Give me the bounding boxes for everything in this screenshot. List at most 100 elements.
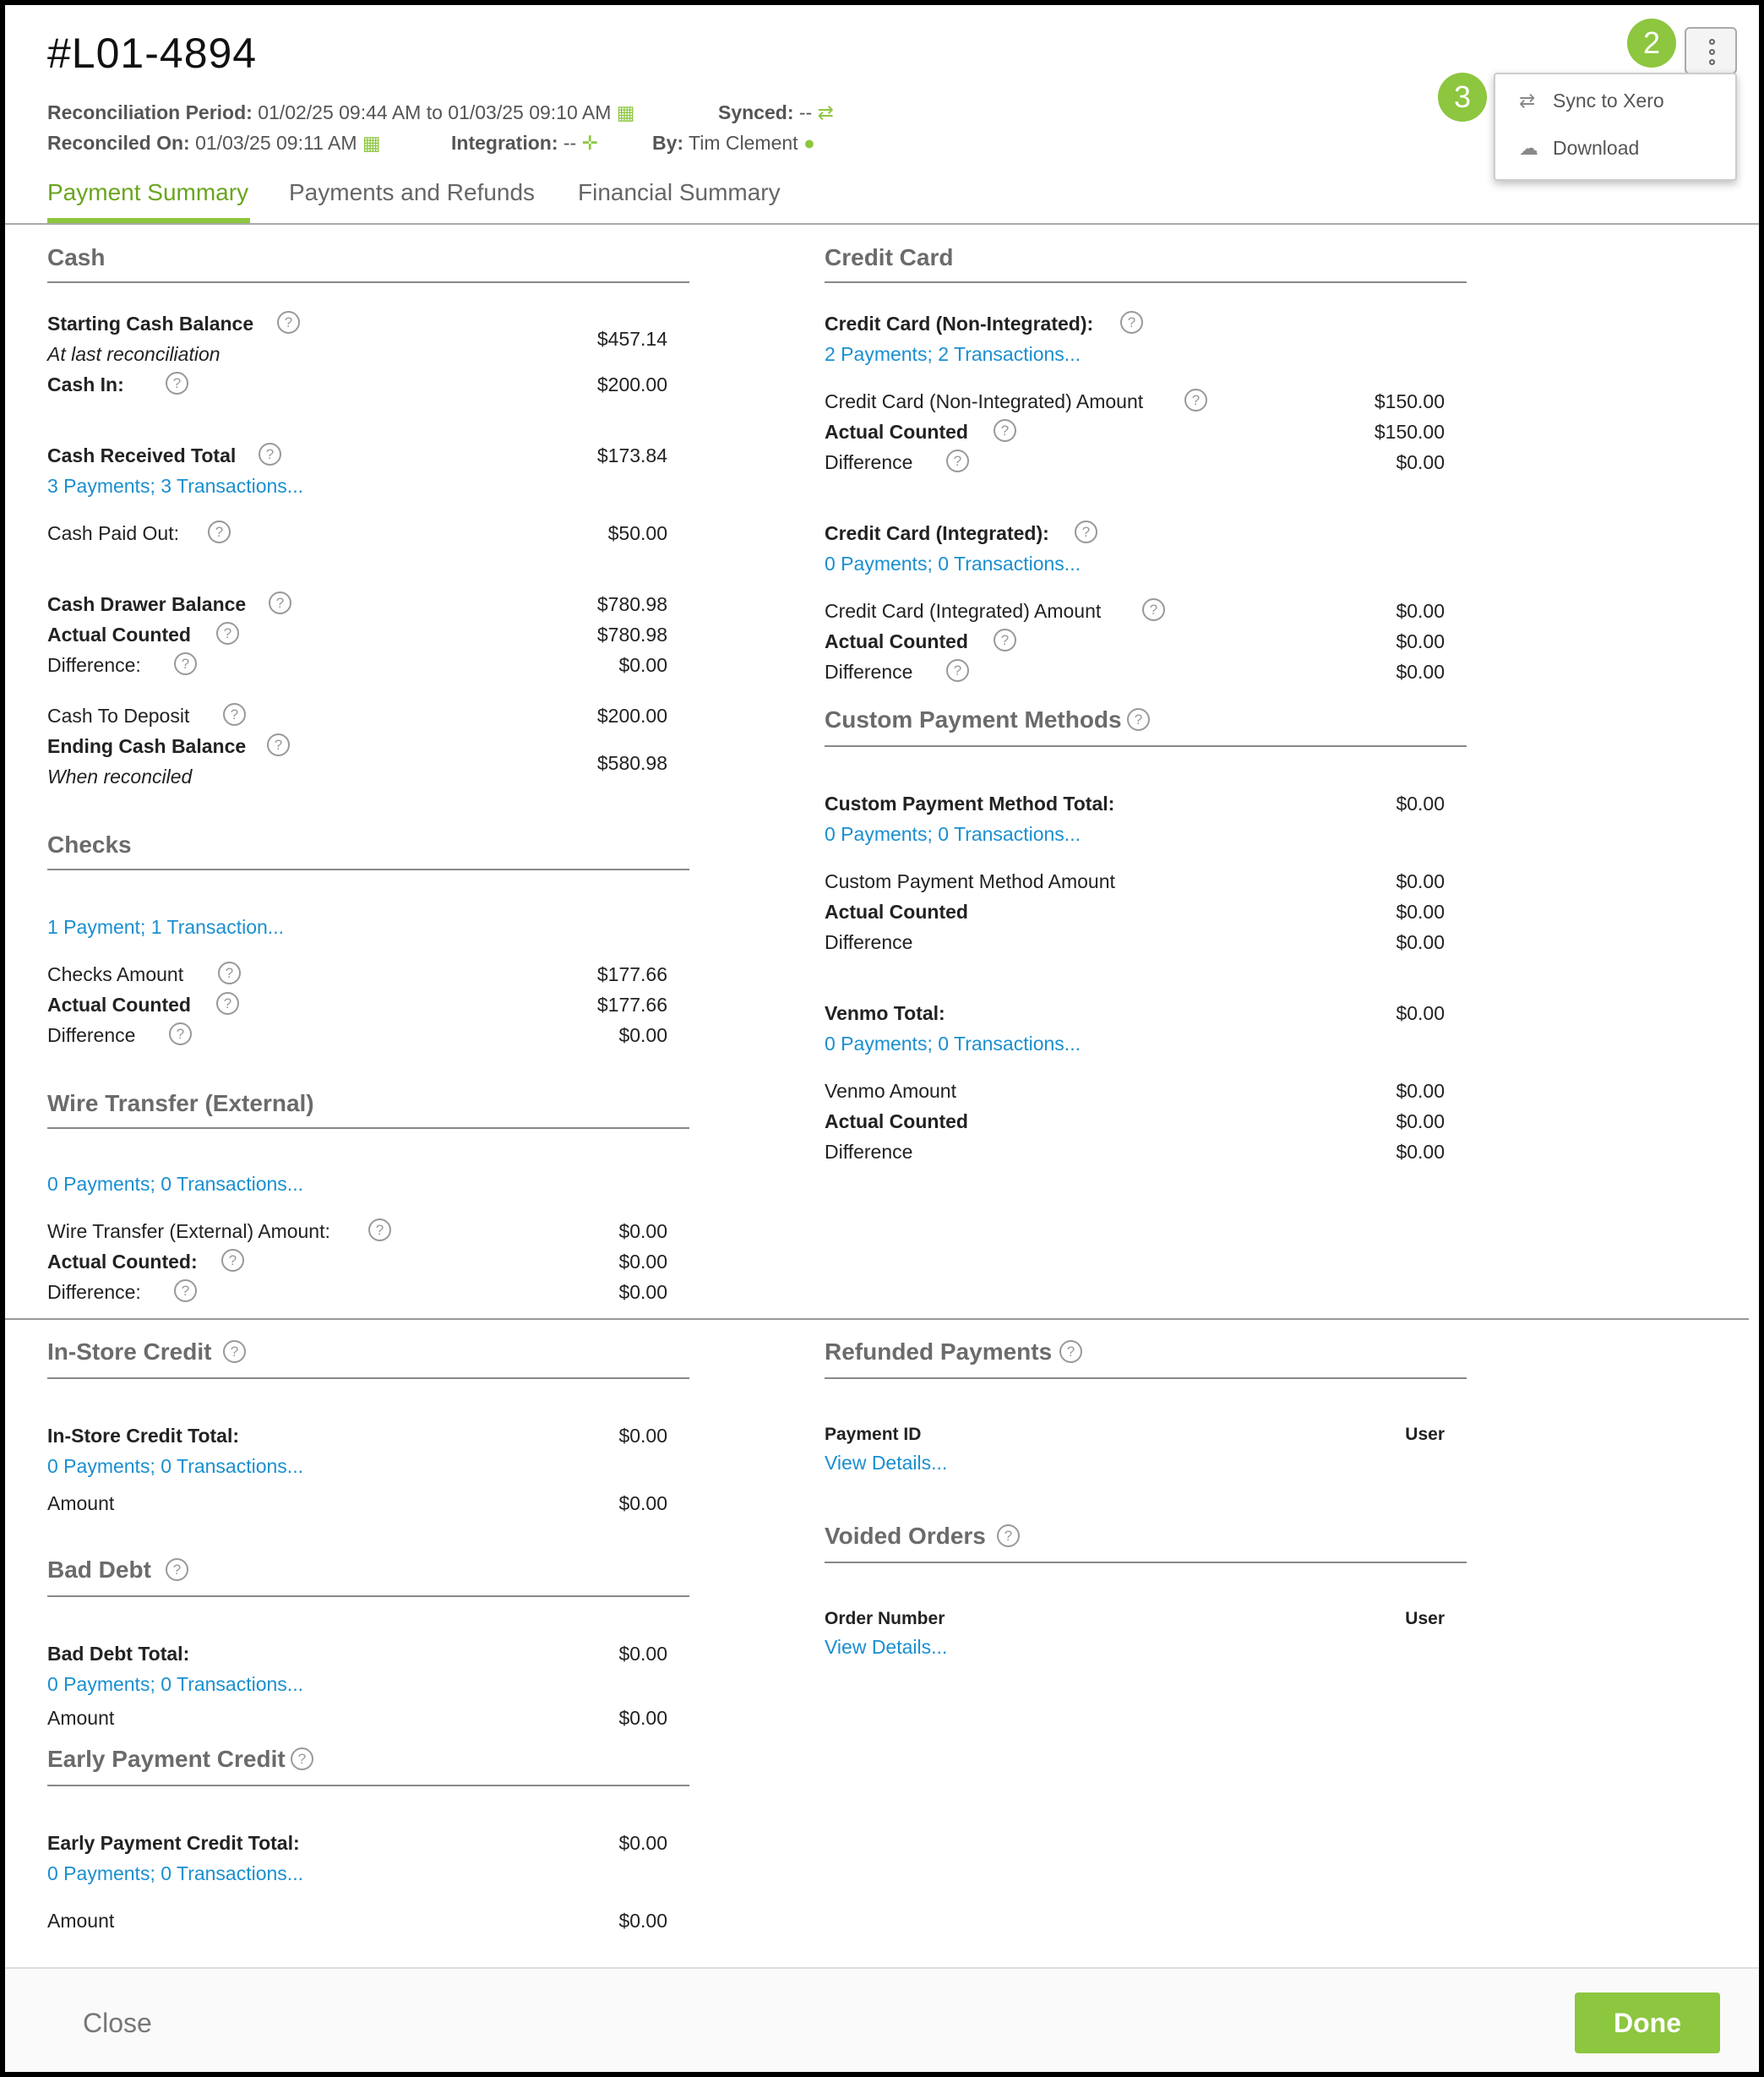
help-icon[interactable]: ? bbox=[174, 652, 197, 675]
in-store-credit-transactions-link[interactable]: 0 Payments; 0 Transactions... bbox=[47, 1455, 303, 1478]
custom-transactions-link[interactable]: 0 Payments; 0 Transactions... bbox=[825, 823, 1081, 846]
step-badge-2: 2 bbox=[1627, 19, 1676, 68]
help-icon[interactable]: ? bbox=[216, 622, 239, 645]
section-divider bbox=[47, 1127, 689, 1129]
section-divider bbox=[825, 281, 1467, 283]
cc-integrated-label: Credit Card (Integrated): bbox=[825, 522, 1049, 544]
calendar-icon: ▦ bbox=[616, 101, 635, 123]
dialog-footer bbox=[5, 1967, 1759, 2072]
close-button[interactable]: Close bbox=[83, 2008, 152, 2039]
ending-cash-balance-label: Ending Cash Balance bbox=[47, 735, 247, 757]
help-icon[interactable]: ? bbox=[994, 629, 1016, 651]
bad-debt-amount-value: $0.00 bbox=[618, 1707, 667, 1729]
wire-actual-counted-value: $0.00 bbox=[618, 1251, 667, 1273]
menu-item-sync-to-xero[interactable]: ⇄ Sync to Xero bbox=[1519, 90, 1664, 112]
kebab-dot bbox=[1709, 39, 1715, 45]
help-icon[interactable]: ? bbox=[174, 1279, 197, 1302]
checks-actual-counted-label: Actual Counted bbox=[47, 994, 191, 1016]
cc-non-integrated-difference-value: $0.00 bbox=[1396, 451, 1445, 473]
help-icon[interactable]: ? bbox=[1075, 521, 1097, 543]
tab-payments-and-refunds[interactable]: Payments and Refunds bbox=[289, 179, 535, 206]
help-icon[interactable]: ? bbox=[223, 703, 246, 726]
help-icon[interactable]: ? bbox=[994, 419, 1016, 442]
help-icon[interactable]: ? bbox=[946, 659, 969, 682]
reconciliation-dialog: #L01-4894 Reconciliation Period: 01/02/2… bbox=[0, 0, 1764, 2077]
cash-received-total-value: $173.84 bbox=[596, 444, 667, 466]
help-icon[interactable]: ? bbox=[216, 992, 239, 1015]
menu-item-download[interactable]: ☁ Download bbox=[1519, 137, 1639, 160]
help-icon[interactable]: ? bbox=[269, 591, 291, 614]
cloud-download-icon: ☁ bbox=[1519, 137, 1538, 159]
venmo-total-value: $0.00 bbox=[1396, 1002, 1445, 1024]
cc-non-integrated-counted-value: $150.00 bbox=[1374, 421, 1445, 443]
help-icon[interactable]: ? bbox=[267, 733, 290, 756]
help-icon[interactable]: ? bbox=[997, 1524, 1020, 1547]
in-store-credit-amount-value: $0.00 bbox=[618, 1492, 667, 1514]
early-payment-credit-transactions-link[interactable]: 0 Payments; 0 Transactions... bbox=[47, 1862, 303, 1885]
help-icon[interactable]: ? bbox=[1059, 1340, 1082, 1363]
wire-difference-value: $0.00 bbox=[618, 1281, 667, 1303]
custom-amount-label: Custom Payment Method Amount bbox=[825, 870, 1115, 892]
help-icon[interactable]: ? bbox=[368, 1218, 391, 1241]
help-icon[interactable]: ? bbox=[259, 443, 281, 466]
synced-status: Synced: -- ⇄ bbox=[718, 101, 834, 123]
more-options-button[interactable] bbox=[1685, 27, 1737, 74]
help-icon[interactable]: ? bbox=[166, 372, 188, 395]
wire-transactions-link[interactable]: 0 Payments; 0 Transactions... bbox=[47, 1173, 303, 1196]
help-icon[interactable]: ? bbox=[218, 962, 241, 984]
more-options-menu: ⇄ Sync to Xero ☁ Download bbox=[1494, 73, 1737, 181]
calendar-icon: ▦ bbox=[362, 132, 381, 154]
cc-non-integrated-transactions-link[interactable]: 2 Payments; 2 Transactions... bbox=[825, 343, 1081, 366]
wire-transfer-section-title: Wire Transfer (External) bbox=[47, 1090, 314, 1116]
cash-difference-label: Difference: bbox=[47, 654, 141, 676]
help-icon[interactable]: ? bbox=[1127, 708, 1150, 731]
bad-debt-total-value: $0.00 bbox=[618, 1643, 667, 1665]
help-icon[interactable]: ? bbox=[169, 1022, 192, 1045]
page-title: #L01-4894 bbox=[47, 30, 258, 77]
help-icon[interactable]: ? bbox=[221, 1249, 244, 1272]
help-icon[interactable]: ? bbox=[1184, 389, 1207, 412]
section-divider bbox=[825, 745, 1467, 747]
refunded-view-details-link[interactable]: View Details... bbox=[825, 1452, 947, 1475]
custom-amount-value: $0.00 bbox=[1396, 870, 1445, 892]
section-divider bbox=[47, 281, 689, 283]
help-icon[interactable]: ? bbox=[277, 311, 300, 334]
tab-financial-summary[interactable]: Financial Summary bbox=[578, 179, 781, 206]
early-payment-credit-section-title: Early Payment Credit bbox=[47, 1746, 286, 1772]
venmo-difference-label: Difference bbox=[825, 1141, 913, 1163]
help-icon[interactable]: ? bbox=[223, 1340, 246, 1363]
checks-transactions-link[interactable]: 1 Payment; 1 Transaction... bbox=[47, 916, 284, 939]
bad-debt-transactions-link[interactable]: 0 Payments; 0 Transactions... bbox=[47, 1673, 303, 1696]
cc-non-integrated-amount-value: $150.00 bbox=[1374, 390, 1445, 412]
help-icon[interactable]: ? bbox=[291, 1747, 313, 1770]
sync-arrows-icon: ⇄ bbox=[817, 101, 834, 123]
tab-payment-summary[interactable]: Payment Summary bbox=[47, 179, 248, 206]
cash-to-deposit-value: $200.00 bbox=[596, 705, 667, 727]
checks-section-title: Checks bbox=[47, 831, 132, 858]
section-divider bbox=[47, 1785, 689, 1786]
cash-received-transactions-link[interactable]: 3 Payments; 3 Transactions... bbox=[47, 475, 303, 498]
checks-difference-label: Difference bbox=[47, 1024, 136, 1046]
early-payment-credit-amount-label: Amount bbox=[47, 1910, 115, 1932]
cc-non-integrated-amount-label: Credit Card (Non-Integrated) Amount bbox=[825, 390, 1144, 412]
early-payment-credit-total-label: Early Payment Credit Total: bbox=[47, 1832, 300, 1854]
venmo-amount-value: $0.00 bbox=[1396, 1080, 1445, 1102]
user-icon: ● bbox=[803, 132, 815, 154]
cc-integrated-difference-value: $0.00 bbox=[1396, 661, 1445, 683]
user-column-header: User bbox=[1405, 1425, 1445, 1444]
help-icon[interactable]: ? bbox=[1142, 598, 1165, 621]
done-button[interactable]: Done bbox=[1575, 1993, 1720, 2053]
venmo-transactions-link[interactable]: 0 Payments; 0 Transactions... bbox=[825, 1033, 1081, 1055]
voided-view-details-link[interactable]: View Details... bbox=[825, 1636, 947, 1659]
step-badge-3: 3 bbox=[1438, 73, 1487, 122]
cash-in-value: $200.00 bbox=[596, 373, 667, 395]
help-icon[interactable]: ? bbox=[1120, 311, 1143, 334]
help-icon[interactable]: ? bbox=[946, 450, 969, 472]
help-icon[interactable]: ? bbox=[208, 521, 231, 543]
cc-integrated-amount-value: $0.00 bbox=[1396, 600, 1445, 622]
custom-counted-label: Actual Counted bbox=[825, 901, 968, 923]
cc-integrated-transactions-link[interactable]: 0 Payments; 0 Transactions... bbox=[825, 553, 1081, 575]
cash-difference-value: $0.00 bbox=[618, 654, 667, 676]
help-icon[interactable]: ? bbox=[166, 1558, 188, 1581]
ending-cash-balance-value: $580.98 bbox=[596, 752, 667, 774]
